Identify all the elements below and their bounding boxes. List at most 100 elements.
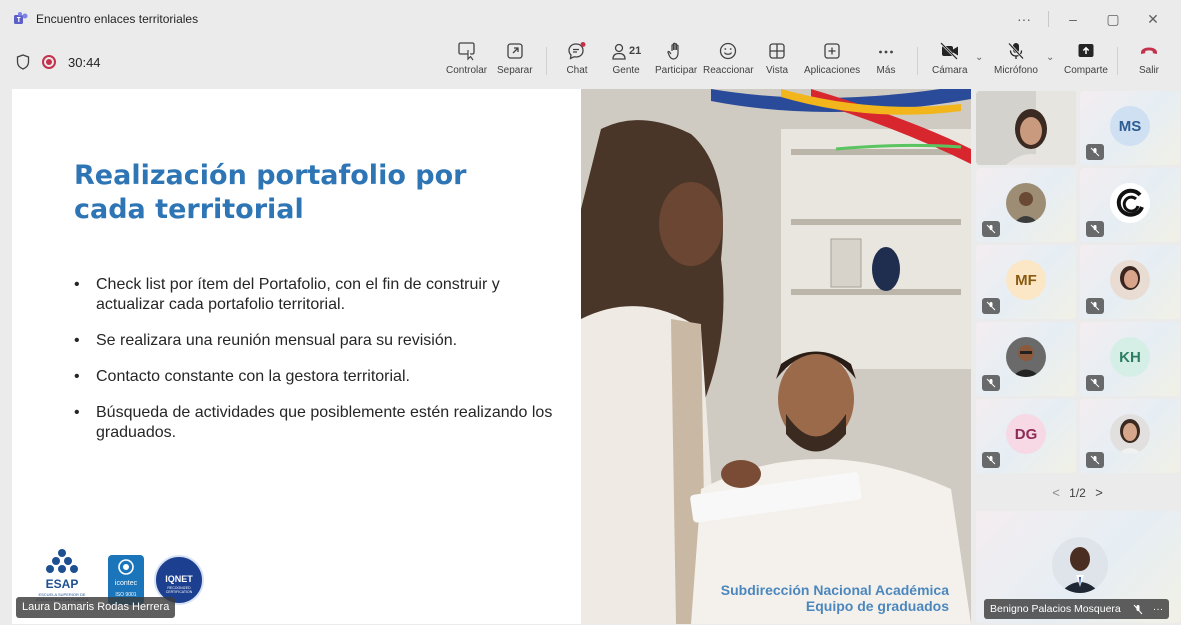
muted-icon (1086, 452, 1104, 468)
react-button[interactable]: Reaccionar (703, 41, 754, 83)
avatar: MF (1006, 260, 1046, 300)
avatar (1006, 183, 1046, 223)
slide-bullet: Se realizara una reunión mensual para su… (74, 331, 554, 351)
certification-logos: ESAP ESCUELA SUPERIOR DE ADMINISTRACIÓN … (26, 545, 214, 605)
participant-more-options-button[interactable]: ··· (1153, 603, 1164, 615)
slide-text-panel: Realización portafolio por cada territor… (12, 89, 581, 624)
control-button[interactable]: Controlar (446, 41, 487, 83)
page-indicator: 1/2 (1069, 486, 1086, 500)
muted-icon (982, 298, 1000, 314)
participant-video (976, 91, 1076, 165)
leave-label: Salir (1138, 65, 1159, 76)
previous-page-button[interactable]: < (1052, 485, 1060, 500)
participant-tile[interactable]: DG (976, 399, 1076, 473)
participant-tile[interactable] (976, 168, 1076, 242)
avatar: MS (1110, 106, 1150, 146)
more-button[interactable]: Más (876, 41, 896, 83)
avatar: KH (1110, 337, 1150, 377)
camera-options-chevron-icon[interactable]: ⌄ (975, 52, 983, 63)
participant-tile[interactable]: KH (1080, 322, 1180, 396)
more-options-button[interactable]: ··· (1004, 11, 1044, 27)
participant-tile[interactable] (1080, 168, 1180, 242)
muted-icon (982, 452, 1000, 468)
participant-gallery: MS MF KH DG < 1/2 > Benigno Palacios Mos… (974, 89, 1181, 624)
iqnet-logo-text: IQNET (165, 574, 193, 584)
restore-button[interactable]: ▢ (1093, 11, 1133, 28)
people-button[interactable]: 21 Gente (611, 41, 641, 83)
participant-name: Benigno Palacios Mosquera (990, 603, 1121, 615)
avatar (1006, 337, 1046, 377)
pop-out-label: Separar (497, 65, 533, 76)
camera-label: Cámara (932, 65, 968, 76)
share-icon (1078, 44, 1094, 57)
next-page-button[interactable]: > (1095, 485, 1103, 500)
slide-photo: Subdirección Nacional Académica Equipo d… (581, 89, 971, 624)
chat-label: Chat (566, 65, 588, 76)
slide-bullet-list: Check list por ítem del Portafolio, con … (74, 275, 554, 459)
separator (1048, 11, 1049, 27)
microphone-button[interactable]: Micrófono (994, 41, 1038, 83)
avatar (1110, 260, 1150, 300)
people-icon (612, 43, 626, 60)
microphone-label: Micrófono (994, 65, 1038, 76)
slide-caption: Subdirección Nacional Académica Equipo d… (721, 582, 949, 614)
raise-hand-label: Participar (655, 65, 698, 76)
avatar (1110, 414, 1150, 454)
shield-icon[interactable] (16, 54, 30, 70)
participant-tile[interactable] (976, 91, 1076, 165)
microphone-options-chevron-icon[interactable]: ⌄ (1046, 52, 1054, 63)
chat-icon (568, 42, 586, 60)
view-button[interactable]: Vista (766, 41, 788, 83)
meeting-toolbar: 30:44 Controlar Separar Chat 21 Gente Pa… (0, 38, 1181, 86)
more-icon (879, 50, 893, 54)
raise-hand-button[interactable]: Participar (655, 41, 697, 83)
camera-button[interactable]: Cámara (932, 41, 968, 83)
react-label: Reaccionar (703, 65, 754, 76)
minimize-button[interactable]: – (1053, 11, 1093, 27)
muted-icon (1086, 298, 1104, 314)
chat-button[interactable]: Chat (566, 41, 588, 83)
shared-screen: Realización portafolio por cada territor… (12, 89, 971, 624)
participant-tile[interactable] (1080, 399, 1180, 473)
people-label: Gente (612, 65, 640, 76)
featured-participant-name-tag: Benigno Palacios Mosquera ··· (984, 599, 1170, 619)
meeting-timer: 30:44 (68, 54, 101, 70)
participant-tile[interactable] (1080, 245, 1180, 319)
separator (1117, 47, 1118, 75)
muted-icon (1086, 375, 1104, 391)
slide-caption-line: Equipo de graduados (805, 598, 949, 614)
avatar (1110, 183, 1150, 223)
avatar: DG (1006, 414, 1046, 454)
camera-off-icon (939, 42, 958, 60)
participant-tile[interactable]: MS (1080, 91, 1180, 165)
slide-bullet: Búsqueda de actividades que posiblemente… (74, 403, 554, 443)
leave-button[interactable]: Salir (1138, 41, 1160, 83)
participant-tile[interactable] (976, 322, 1076, 396)
pop-out-button[interactable]: Separar (497, 41, 533, 83)
icontec-logo-text: icontec (114, 580, 138, 587)
microphone-off-icon (1008, 42, 1024, 60)
more-label: Más (876, 65, 896, 76)
teams-icon (14, 12, 28, 24)
avatar (1052, 537, 1108, 593)
hand-icon (667, 42, 679, 60)
muted-icon (1086, 221, 1104, 237)
separator (917, 47, 918, 75)
participant-tile[interactable]: MF (976, 245, 1076, 319)
apps-button[interactable]: Aplicaciones (804, 41, 860, 83)
apps-label: Aplicaciones (804, 65, 861, 76)
muted-icon (1086, 144, 1104, 160)
smiley-icon (720, 42, 737, 60)
view-label: Vista (766, 65, 789, 76)
pop-out-icon (507, 43, 523, 59)
featured-participant-tile[interactable]: Benigno Palacios Mosquera ··· (976, 511, 1181, 623)
share-button[interactable]: Comparte (1064, 41, 1108, 83)
window-title: Encuentro enlaces territoriales (36, 12, 199, 26)
slide-bullet: Check list por ítem del Portafolio, con … (74, 275, 554, 315)
people-count: 21 (629, 45, 642, 57)
grid-view-icon (769, 43, 785, 59)
separator (546, 47, 547, 75)
slide-bullet: Contacto constante con la gestora territ… (74, 367, 554, 387)
slide-caption-line: Subdirección Nacional Académica (720, 582, 949, 598)
close-button[interactable]: ✕ (1133, 11, 1173, 28)
